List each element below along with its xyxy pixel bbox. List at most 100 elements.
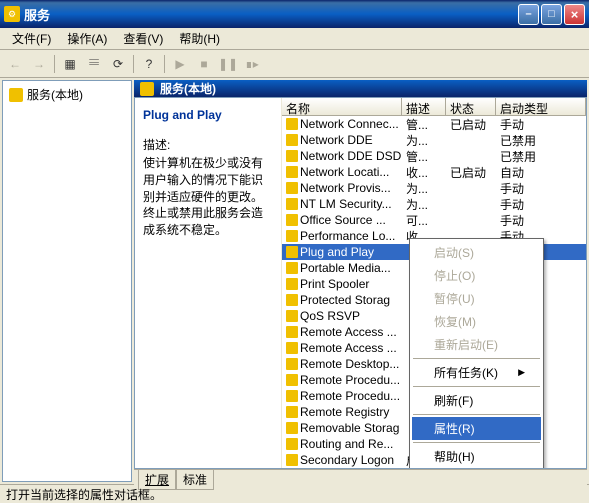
menubar: 文件(F) 操作(A) 查看(V) 帮助(H) — [0, 28, 589, 50]
service-name: Plug and Play — [143, 108, 273, 122]
service-row[interactable]: Network DDE DSDM管...已禁用 — [282, 148, 586, 164]
service-row[interactable]: Network DDE 为... 已禁用 — [282, 132, 586, 148]
service-icon — [286, 326, 298, 338]
service-icon — [286, 390, 298, 402]
svc-name: Remote Access ... — [300, 341, 397, 355]
minimize-button[interactable]: – — [518, 4, 539, 25]
svc-startup: 已禁用 — [496, 148, 586, 165]
window-title: 服务 — [24, 5, 518, 24]
service-row[interactable]: Network Locati... 收...已启动自动 — [282, 164, 586, 180]
help-icon[interactable]: ? — [138, 53, 160, 75]
ctx-properties[interactable]: 属性(R) — [412, 417, 541, 440]
app-icon: ⚙ — [4, 6, 20, 22]
service-icon — [286, 198, 298, 210]
service-icon — [286, 374, 298, 386]
ctx-all-tasks[interactable]: 所有任务(K)▶ — [412, 361, 541, 384]
start-service-icon[interactable]: ▶ — [169, 53, 191, 75]
service-row[interactable]: Network Connec...管...已启动手动 — [282, 116, 586, 132]
ctx-refresh[interactable]: 刷新(F) — [412, 389, 541, 412]
forward-button[interactable]: → — [28, 53, 50, 75]
separator — [54, 55, 55, 73]
properties-icon[interactable]: ▦ — [59, 53, 81, 75]
col-desc[interactable]: 描述 — [402, 98, 446, 115]
service-icon — [286, 438, 298, 450]
service-icon — [286, 358, 298, 370]
ctx-resume[interactable]: 恢复(M) — [412, 310, 541, 333]
menu-view[interactable]: 查看(V) — [115, 28, 171, 49]
svc-startup: 手动 — [496, 212, 586, 229]
maximize-button[interactable]: □ — [541, 4, 562, 25]
tab-standard[interactable]: 标准 — [176, 470, 214, 490]
tree-root-item[interactable]: 服务(本地) — [7, 85, 127, 104]
svc-name: Portable Media... — [300, 261, 391, 275]
ctx-help[interactable]: 帮助(H) — [412, 445, 541, 468]
svc-name: Office Source ... — [300, 213, 386, 227]
ctx-restart[interactable]: 重新启动(E) — [412, 333, 541, 356]
svc-startup: 自动 — [496, 164, 586, 181]
restart-service-icon[interactable]: ∎▸ — [241, 53, 263, 75]
svc-desc: 可... — [402, 212, 446, 229]
service-row[interactable]: Network Provis...为...手动 — [282, 180, 586, 196]
gear-icon — [140, 82, 154, 96]
svc-startup: 已禁用 — [496, 132, 586, 149]
svc-desc: 为... — [402, 180, 446, 197]
svc-desc: 为... — [402, 196, 446, 213]
ctx-pause[interactable]: 暂停(U) — [412, 287, 541, 310]
toolbar: ← → ▦ 𝄘 ⟳ ? ▶ ■ ❚❚ ∎▸ — [0, 50, 589, 78]
svc-name: Protected Storag — [300, 293, 390, 307]
service-icon — [286, 262, 298, 274]
svc-name: Remote Access ... — [300, 325, 397, 339]
separator — [413, 442, 540, 443]
svc-name: Network Provis... — [300, 181, 391, 195]
col-name[interactable]: 名称 — [282, 98, 402, 115]
service-icon — [286, 278, 298, 290]
svc-startup: 手动 — [496, 116, 586, 133]
menu-file[interactable]: 文件(F) — [4, 28, 59, 49]
window-buttons: – □ × — [518, 4, 585, 25]
svc-status: 已启动 — [446, 116, 496, 133]
service-list: 名称 描述 状态 启动类型 Network Connec...管...已启动手动… — [282, 98, 586, 468]
svc-name: QoS RSVP — [300, 309, 360, 323]
svc-startup: 手动 — [496, 196, 586, 213]
svc-desc: 为... — [402, 132, 446, 149]
service-icon — [286, 150, 298, 162]
detail-area: Plug and Play 描述: 使计算机在极少或没有用户输入的情况下能识别并… — [134, 97, 587, 469]
titlebar: ⚙ 服务 – □ × — [0, 0, 589, 28]
svc-desc: 收... — [402, 164, 446, 181]
col-status[interactable]: 状态 — [446, 98, 496, 115]
refresh-icon[interactable]: ⟳ — [107, 53, 129, 75]
tree-pane[interactable]: 服务(本地) — [2, 80, 132, 482]
ctx-start[interactable]: 启动(S) — [412, 241, 541, 264]
service-icon — [286, 134, 298, 146]
export-icon[interactable]: 𝄘 — [83, 53, 105, 75]
tree-root-label: 服务(本地) — [27, 86, 83, 103]
svc-name: Network Connec... — [300, 117, 399, 131]
pause-service-icon[interactable]: ❚❚ — [217, 53, 239, 75]
service-icon — [286, 246, 298, 258]
menu-help[interactable]: 帮助(H) — [171, 28, 228, 49]
service-icon — [286, 406, 298, 418]
service-row[interactable]: NT LM Security... 为... 手动 — [282, 196, 586, 212]
svc-name: Removable Storag — [300, 421, 399, 435]
svc-name: Performance Lo... — [300, 229, 395, 243]
pane-header: 服务(本地) — [134, 80, 587, 97]
gear-icon — [9, 88, 23, 102]
svc-name: NT LM Security... — [300, 197, 392, 211]
svc-status: 已启动 — [446, 164, 496, 181]
separator — [413, 386, 540, 387]
stop-service-icon[interactable]: ■ — [193, 53, 215, 75]
svc-desc: 管... — [402, 116, 446, 133]
service-icon — [286, 422, 298, 434]
back-button[interactable]: ← — [4, 53, 26, 75]
separator — [133, 55, 134, 73]
svc-name: Network DDE — [300, 133, 373, 147]
svc-name: Network Locati... — [300, 165, 389, 179]
context-menu: 启动(S) 停止(O) 暂停(U) 恢复(M) 重新启动(E) 所有任务(K)▶… — [409, 238, 544, 468]
right-pane: 服务(本地) Plug and Play 描述: 使计算机在极少或没有用户输入的… — [134, 80, 587, 482]
ctx-stop[interactable]: 停止(O) — [412, 264, 541, 287]
separator — [413, 414, 540, 415]
menu-action[interactable]: 操作(A) — [59, 28, 115, 49]
close-button[interactable]: × — [564, 4, 585, 25]
col-startup[interactable]: 启动类型 — [496, 98, 586, 115]
service-row[interactable]: Office Source ... 可... 手动 — [282, 212, 586, 228]
